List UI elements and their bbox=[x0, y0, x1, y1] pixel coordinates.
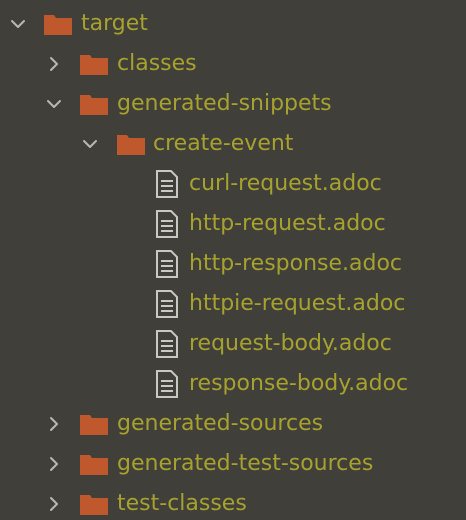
folder-icon bbox=[44, 13, 72, 35]
file-text-icon bbox=[156, 250, 178, 278]
tree-node-generated-snippets[interactable]: generated-snippets bbox=[0, 84, 466, 124]
file-text-icon bbox=[156, 170, 178, 198]
chevron-down-icon[interactable] bbox=[8, 14, 28, 34]
folder-icon bbox=[80, 413, 108, 435]
folder-icon bbox=[80, 93, 108, 115]
file-text-icon bbox=[156, 210, 178, 238]
folder-icon bbox=[80, 493, 108, 515]
chevron-right-icon[interactable] bbox=[44, 454, 64, 474]
tree-node-label: request-body.adoc bbox=[189, 331, 392, 356]
tree-node-classes[interactable]: classes bbox=[0, 44, 466, 84]
tree-node-label: test-classes bbox=[117, 491, 247, 516]
chevron-down-icon[interactable] bbox=[44, 94, 64, 114]
tree-node-test-classes[interactable]: test-classes bbox=[0, 484, 466, 520]
tree-node-label: target bbox=[81, 11, 148, 36]
tree-node-label: generated-test-sources bbox=[117, 451, 374, 476]
folder-icon bbox=[80, 53, 108, 75]
tree-node-label: generated-sources bbox=[117, 411, 324, 436]
chevron-down-icon[interactable] bbox=[80, 134, 100, 154]
tree-node-label: classes bbox=[117, 51, 197, 76]
tree-node-label: httpie-request.adoc bbox=[189, 291, 406, 316]
file-text-icon bbox=[156, 330, 178, 358]
tree-node-request-body-adoc[interactable]: request-body.adoc bbox=[0, 324, 466, 364]
file-text-icon bbox=[156, 290, 178, 318]
tree-node-label: http-request.adoc bbox=[189, 211, 386, 236]
chevron-right-icon[interactable] bbox=[44, 54, 64, 74]
tree-node-label: create-event bbox=[153, 131, 294, 156]
chevron-right-icon[interactable] bbox=[44, 414, 64, 434]
file-text-icon bbox=[156, 370, 178, 398]
tree-node-curl-request-adoc[interactable]: curl-request.adoc bbox=[0, 164, 466, 204]
tree-node-label: curl-request.adoc bbox=[189, 171, 382, 196]
tree-node-generated-sources[interactable]: generated-sources bbox=[0, 404, 466, 444]
tree-node-generated-test-sources[interactable]: generated-test-sources bbox=[0, 444, 466, 484]
tree-node-http-request-adoc[interactable]: http-request.adoc bbox=[0, 204, 466, 244]
tree-node-httpie-request-adoc[interactable]: httpie-request.adoc bbox=[0, 284, 466, 324]
tree-node-response-body-adoc[interactable]: response-body.adoc bbox=[0, 364, 466, 404]
tree-node-label: response-body.adoc bbox=[189, 371, 409, 396]
tree-node-create-event[interactable]: create-event bbox=[0, 124, 466, 164]
tree-node-target[interactable]: target bbox=[0, 4, 466, 44]
tree-node-label: http-response.adoc bbox=[189, 251, 403, 276]
project-tree: target classes generated-snippets create… bbox=[0, 0, 466, 520]
folder-icon bbox=[117, 133, 145, 155]
tree-node-label: generated-snippets bbox=[117, 91, 332, 116]
folder-icon bbox=[80, 453, 108, 475]
tree-node-http-response-adoc[interactable]: http-response.adoc bbox=[0, 244, 466, 284]
chevron-right-icon[interactable] bbox=[44, 494, 64, 514]
